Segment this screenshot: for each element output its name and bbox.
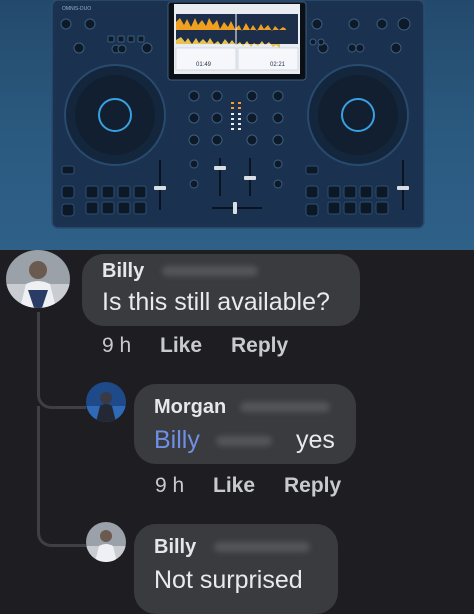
redacted-name-blur <box>240 402 330 412</box>
comment-bubble: Morgan Billy yes <box>134 384 356 464</box>
avatar-image <box>86 382 126 422</box>
redacted-name-blur <box>214 542 310 552</box>
comment-text: yes <box>296 426 335 454</box>
reply-button[interactable]: Reply <box>284 474 341 498</box>
like-button[interactable]: Like <box>213 474 255 498</box>
avatar-billy[interactable] <box>6 250 70 308</box>
brand-label: OMNIS-DUO <box>62 6 91 12</box>
screen-right-time: 02:21 <box>270 62 286 68</box>
avatar-billy[interactable] <box>86 522 126 562</box>
reply-connector <box>37 508 86 547</box>
reply-button[interactable]: Reply <box>231 334 288 358</box>
product-photo: OMNIS-DUO 01:49 02:21 <box>0 0 474 250</box>
comment-bubble: Billy Not surprised <box>134 524 338 614</box>
comment-author[interactable]: Billy <box>154 536 196 559</box>
comment-text: Is this still available? <box>102 288 330 316</box>
comment-bubble: Billy Is this still available? <box>82 254 360 326</box>
comment-author[interactable]: Morgan <box>154 396 226 419</box>
comment-text: Not surprised <box>154 566 303 594</box>
like-button[interactable]: Like <box>160 334 202 358</box>
comment-timestamp: 9 h <box>102 334 132 357</box>
dj-controller-image: OMNIS-DUO 01:49 02:21 <box>51 0 425 229</box>
avatar-image <box>6 250 70 308</box>
redacted-name-blur <box>216 436 272 446</box>
redacted-name-blur <box>162 266 258 276</box>
comments-section: Billy Is this still available? 9 h Like … <box>0 250 474 614</box>
reply-connector <box>37 370 86 409</box>
comment-timestamp: 9 h <box>155 474 185 497</box>
comment-author[interactable]: Billy <box>102 260 144 283</box>
avatar-image <box>86 522 126 562</box>
screen-left-time: 01:49 <box>196 62 212 68</box>
avatar-morgan[interactable] <box>86 382 126 422</box>
mention-link[interactable]: Billy <box>154 426 200 455</box>
